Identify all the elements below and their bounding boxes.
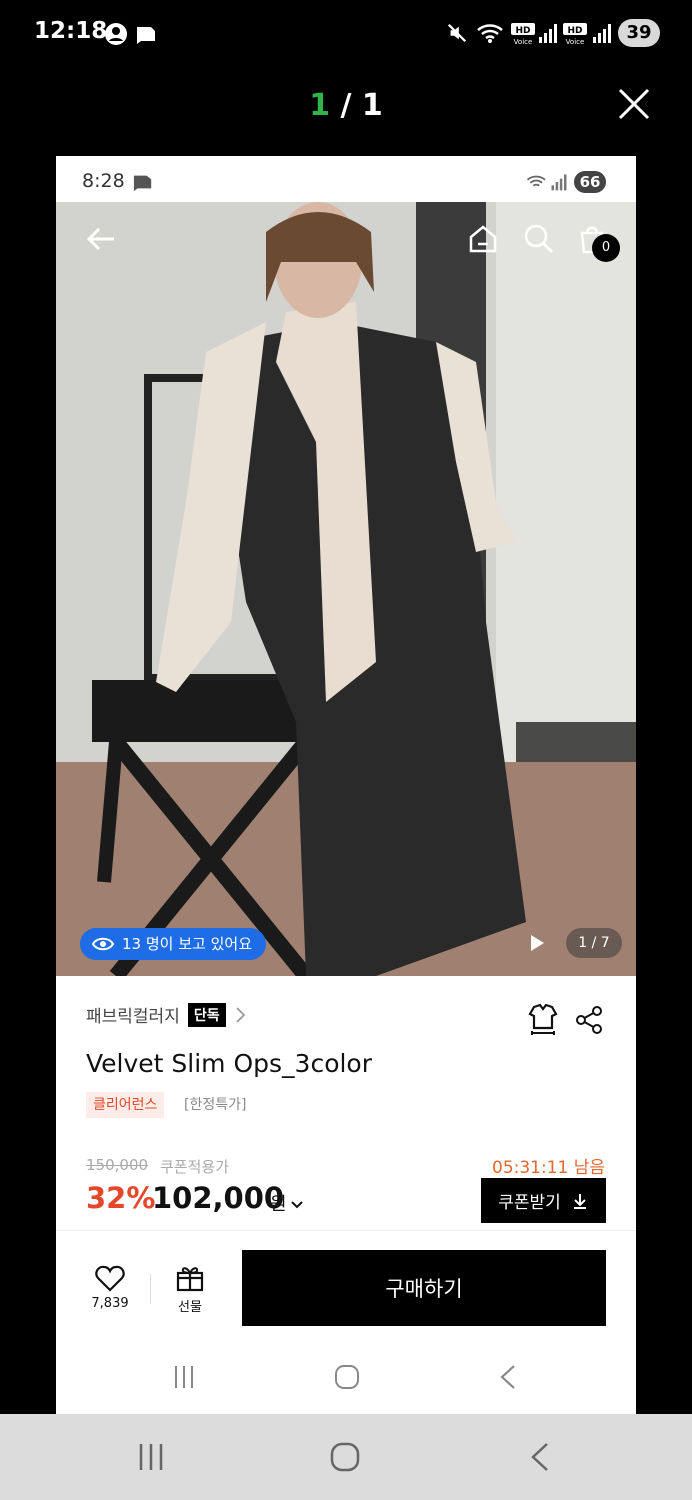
viewers-text: 13 명이 보고 있어요	[122, 935, 252, 953]
inner-signal-icon	[551, 174, 567, 191]
download-icon	[573, 1193, 586, 1209]
hd-voice-icon-2: HD Voice	[563, 23, 587, 46]
signal-icon-2	[593, 24, 611, 43]
counter-total: 1	[361, 88, 383, 123]
product-title: Velvet Slim Ops_3color	[86, 1049, 373, 1078]
brand-row[interactable]: 패브릭컬러지 단독	[86, 1002, 246, 1027]
tag-limited: [한정특가]	[184, 1097, 247, 1113]
product-photo[interactable]	[56, 202, 636, 976]
inner-status-bar: 8:28 66	[56, 156, 636, 202]
svg-text:HD: HD	[567, 26, 582, 36]
gift-button[interactable]: 선물	[168, 1264, 212, 1315]
account-icon	[105, 23, 127, 45]
cart-count-badge: 0	[592, 234, 620, 262]
chevron-right-icon	[235, 1006, 245, 1023]
brand-name[interactable]: 패브릭컬러지	[86, 1002, 180, 1027]
get-coupon-label: 쿠폰받기	[498, 1193, 561, 1213]
signal-icon	[539, 24, 557, 43]
heart-icon	[95, 1265, 125, 1292]
bar-separator	[150, 1274, 151, 1304]
counter-separator: /	[330, 88, 362, 123]
original-price: 150,000	[86, 1156, 149, 1174]
status-bar: 12:18 HD Voice HD Voice 39	[0, 0, 692, 66]
chevron-down-icon	[290, 1201, 303, 1209]
viewers-badge: 13 명이 보고 있어요	[80, 928, 266, 960]
inner-back-icon[interactable]	[498, 1364, 518, 1390]
inner-wifi-icon	[526, 175, 546, 187]
inner-recents-icon[interactable]	[172, 1364, 196, 1390]
recents-icon[interactable]	[136, 1442, 166, 1472]
close-icon[interactable]	[614, 84, 654, 124]
eye-icon	[92, 937, 114, 951]
inner-home-icon[interactable]	[334, 1364, 360, 1390]
back-icon[interactable]	[528, 1442, 552, 1472]
hd-voice-icon: HD Voice	[511, 23, 535, 46]
size-chart-icon[interactable]	[526, 1002, 560, 1036]
sale-price: 102,000	[152, 1181, 285, 1215]
counter-current: 1	[309, 88, 331, 123]
inner-chat-icon	[133, 175, 152, 192]
back-arrow-icon[interactable]	[84, 222, 118, 256]
status-time: 12:18	[34, 18, 108, 44]
sale-timer: 05:31:11 남음	[492, 1158, 606, 1178]
get-coupon-button[interactable]: 쿠폰받기	[481, 1178, 606, 1223]
svg-text:Voice: Voice	[514, 38, 533, 46]
buy-button[interactable]: 구매하기	[242, 1250, 606, 1326]
currency-unit[interactable]: 원	[270, 1190, 304, 1216]
exclusive-badge: 단독	[187, 1002, 226, 1027]
share-icon[interactable]	[574, 1005, 604, 1035]
coupon-price-label: 쿠폰적용가	[160, 1158, 230, 1176]
screen: 12:18 HD Voice HD Voice 39 1 / 1 8:28 66…	[0, 0, 692, 1500]
home-icon[interactable]	[466, 222, 500, 256]
play-icon[interactable]	[528, 933, 546, 953]
home-button-icon[interactable]	[330, 1442, 360, 1472]
search-icon[interactable]	[522, 222, 556, 256]
gift-label: 선물	[178, 1300, 202, 1315]
svg-text:Voice: Voice	[566, 38, 585, 46]
gift-icon	[176, 1267, 204, 1292]
tag-clearance: 클리어런스	[86, 1092, 165, 1118]
mute-icon	[447, 23, 467, 43]
inner-nav-bar	[56, 1344, 636, 1414]
inner-status-time: 8:28	[82, 170, 125, 192]
battery-level: 39	[618, 19, 660, 47]
like-button[interactable]: 7,839	[86, 1264, 134, 1311]
divider	[56, 1230, 636, 1231]
photo-pager: 1 / 7	[566, 928, 622, 958]
discount-rate: 32%	[86, 1181, 156, 1215]
model-illustration	[56, 202, 636, 976]
like-count: 7,839	[91, 1296, 129, 1311]
currency-label: 원	[270, 1194, 287, 1215]
chat-bubble-icon	[137, 27, 155, 44]
inner-battery-level: 66	[574, 171, 606, 193]
image-counter: 1 / 1	[0, 88, 692, 123]
system-nav-bar	[0, 1414, 692, 1500]
screenshot-preview: 8:28 66 0 13 명이 보고 있어요 1 / 7 패브릭컬러지 단독 V…	[56, 156, 636, 1414]
wifi-icon	[477, 24, 503, 43]
svg-text:HD: HD	[515, 26, 530, 36]
